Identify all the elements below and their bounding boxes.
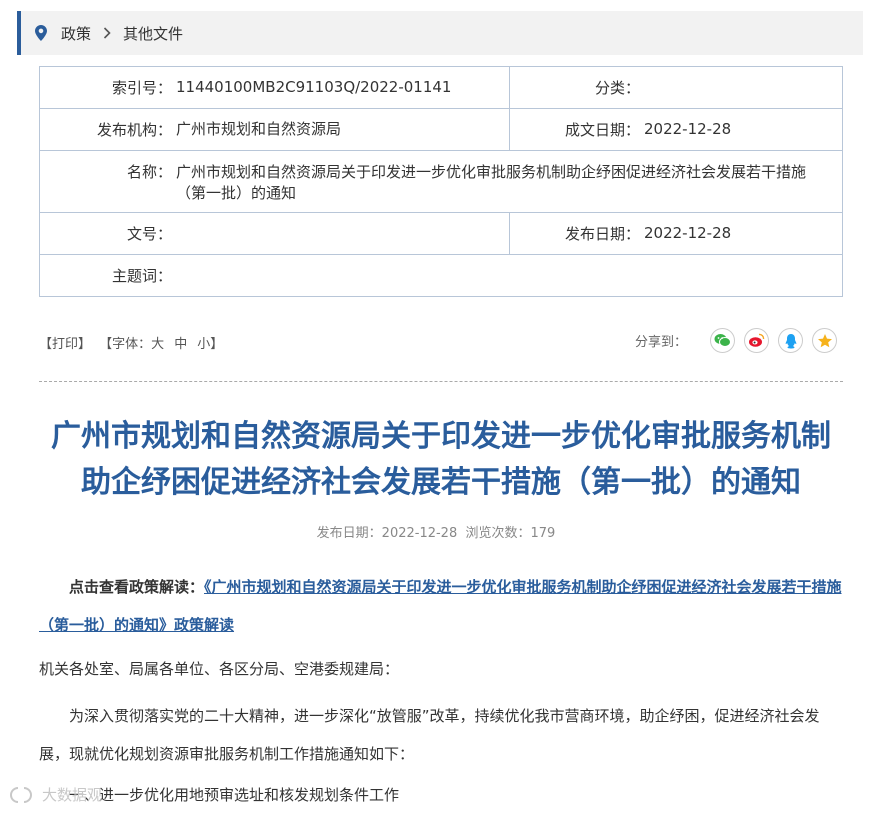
paragraph-intro: 为深入贯彻落实党的二十大精神，进一步深化“放管服”改革，持续优化我市营商环境，助… bbox=[39, 707, 820, 763]
article-info: 发布日期：2022-12-28 浏览次数：179 bbox=[316, 526, 556, 541]
watermark-logo-icon bbox=[10, 786, 32, 803]
created-date-value: 2022-12-28 bbox=[644, 120, 732, 138]
subject-label: 主题词： bbox=[111, 267, 172, 285]
share-bar: 分享到： bbox=[635, 328, 837, 353]
qq-share-icon[interactable] bbox=[778, 328, 803, 353]
font-medium-button[interactable]: 中 bbox=[174, 337, 187, 352]
breadcrumb-item-other-files[interactable]: 其他文件 bbox=[123, 23, 183, 44]
policy-interpretation: 点击查看政策解读：《广州市规划和自然资源局关于印发进一步优化审批服务机制助企纾困… bbox=[39, 568, 843, 644]
weibo-share-icon[interactable] bbox=[744, 328, 769, 353]
publish-date-value: 2022-12-28 bbox=[644, 224, 732, 242]
document-meta-table: 索引号： 11440100MB2C91103Q/2022-01141 分类： 发布… bbox=[39, 66, 843, 297]
font-size-suffix: 】 bbox=[210, 337, 224, 352]
page-tools: 【打印】 【字体：大中小】 bbox=[39, 333, 227, 352]
salutation: 机关各处室、局属各单位、各区分局、空港委规建局： bbox=[39, 660, 400, 678]
article-title: 广州市规划和自然资源局关于印发进一步优化审批服务机制助企纾困促进经济社会发展若干… bbox=[51, 419, 831, 500]
font-small-button[interactable]: 小 bbox=[197, 337, 210, 352]
watermark-text: 大数据观 bbox=[42, 786, 103, 804]
publish-date-label: 发布日期： bbox=[564, 225, 640, 243]
name-value: 广州市规划和自然资源局关于印发进一步优化审批服务机制助企纾困促进经济社会发展若干… bbox=[176, 162, 807, 202]
font-large-button[interactable]: 大 bbox=[151, 337, 164, 352]
breadcrumb-item-policy[interactable]: 政策 bbox=[61, 23, 91, 44]
created-date-label: 成文日期： bbox=[564, 121, 640, 139]
interpretation-prefix: 点击查看政策解读： bbox=[69, 578, 205, 596]
chevron-right-icon bbox=[103, 27, 111, 39]
location-pin-icon bbox=[35, 25, 47, 41]
breadcrumb: 政策 其他文件 bbox=[17, 11, 863, 55]
qzone-share-icon[interactable] bbox=[812, 328, 837, 353]
divider bbox=[39, 381, 843, 382]
font-size-prefix: 【字体： bbox=[99, 337, 152, 352]
doc-number-label: 文号： bbox=[126, 225, 172, 243]
index-value: 11440100MB2C91103Q/2022-01141 bbox=[176, 78, 452, 96]
publisher-value: 广州市规划和自然资源局 bbox=[176, 120, 342, 138]
wechat-share-icon[interactable] bbox=[710, 328, 735, 353]
watermark: 大数据观 bbox=[8, 784, 102, 805]
publisher-label: 发布机构： bbox=[96, 121, 172, 139]
section-heading-1: 一、进一步优化用地预审选址和核发规划条件工作 bbox=[69, 786, 400, 804]
category-label: 分类： bbox=[594, 79, 640, 97]
index-label: 索引号： bbox=[111, 79, 172, 97]
share-label: 分享到： bbox=[634, 335, 687, 350]
print-button[interactable]: 【打印】 bbox=[39, 337, 91, 352]
name-label: 名称： bbox=[126, 162, 172, 181]
